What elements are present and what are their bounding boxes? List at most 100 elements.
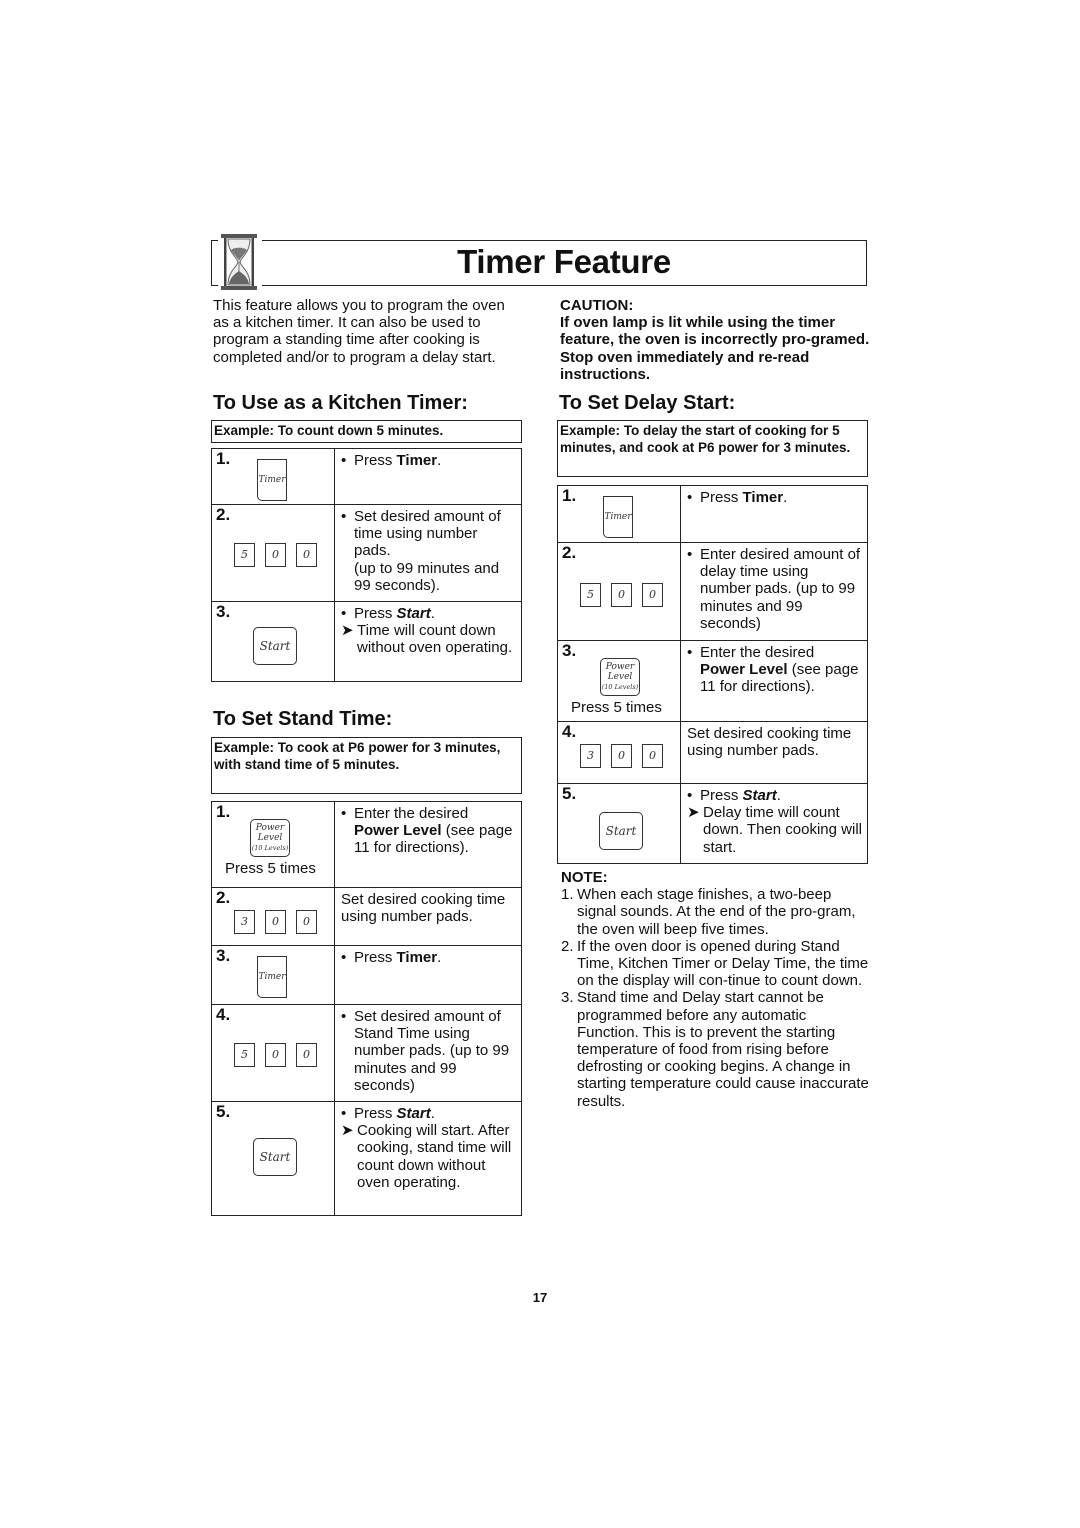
step-number: 2. (216, 505, 231, 524)
caution-heading: CAUTION: (560, 297, 634, 314)
caution-block: CAUTION: If oven lamp is lit while using… (560, 297, 870, 383)
note-list: 1. When each stage finishes, a two-beep s… (561, 886, 871, 1110)
note-heading: NOTE: (561, 869, 608, 886)
text: . (430, 1105, 435, 1122)
note-item: 1. When each stage finishes, a two-beep s… (561, 886, 871, 938)
note-number: 3. (561, 989, 574, 1007)
kitchen-timer-steps: 1. Timer • Press Timer. 2. 5 0 0 • Set des… (211, 448, 522, 682)
text-bold: Timer (396, 949, 438, 966)
start-key-icon: Start (253, 1138, 297, 1176)
note-number: 2. (561, 937, 574, 955)
key-line: (10 Levels) (251, 844, 289, 852)
timer-key-icon: Timer (257, 459, 287, 501)
text-bold: Timer (742, 489, 784, 506)
text: Press (700, 787, 743, 804)
stand-time-steps: 1. Power Level (10 Levels) Press 5 times… (211, 801, 522, 1216)
step-row: 3. Start • Press Start. ➤ Time will count … (211, 601, 522, 682)
step-number: 3. (562, 641, 577, 660)
arrow-icon: ➤ (687, 804, 700, 822)
step-number: 5. (562, 784, 577, 803)
text: . (437, 949, 442, 966)
text-bold: Power Level (700, 661, 788, 679)
step-text: Set desired cooking time using number pa… (680, 721, 868, 784)
number-pad-icon: 0 (265, 1043, 286, 1067)
page-number: 17 (532, 1290, 548, 1305)
bullet: • (341, 605, 347, 622)
bullet: • (341, 949, 347, 966)
step-row: 2. 5 0 0 • Set desired amount of time usi… (211, 504, 522, 602)
text: . (783, 489, 788, 506)
note-item: 2. If the oven door is opened during Stan… (561, 938, 871, 990)
bullet: • (687, 489, 693, 506)
step-row: 5. Start • Press Start. ➤ Cooking will sta… (211, 1101, 522, 1216)
step-number: 1. (216, 449, 231, 468)
bullet: • (341, 805, 347, 822)
step-number: 3. (216, 946, 231, 965)
start-key-icon: Start (253, 627, 297, 665)
note-text: When each stage finishes, a two-beep sig… (577, 886, 856, 938)
number-pad-icon: 3 (234, 910, 255, 934)
step-number: 2. (216, 888, 231, 907)
number-pad-icon: 5 (580, 583, 601, 607)
step-row: 2. 5 0 0 • Enter desired amount of delay … (557, 542, 868, 641)
number-pad-icon: 5 (234, 543, 255, 567)
example-text: To count down 5 minutes. (277, 423, 444, 438)
note-text: Stand time and Delay start cannot be pro… (577, 989, 869, 1110)
press-times-caption: Press 5 times (571, 699, 662, 716)
step-number: 3. (216, 602, 231, 621)
step-row: 3. Timer • Press Timer. (211, 945, 522, 1005)
note-item: 3. Stand time and Delay start cannot be p… (561, 989, 871, 1109)
delay-start-steps: 1. Timer • Press Timer. 2. 5 0 0 • Enter d… (557, 485, 868, 864)
text: Enter the desired (354, 805, 469, 822)
press-times-caption: Press 5 times (225, 860, 316, 877)
number-pad-icon: 0 (642, 744, 663, 768)
example-label: Example: (214, 423, 275, 438)
note-text: If the oven door is opened during Stand … (577, 937, 869, 990)
number-pad-icon: 0 (265, 543, 286, 567)
bullet: • (341, 452, 347, 469)
number-pad-icon: 5 (234, 1043, 255, 1067)
number-pad-icon: 0 (296, 1043, 317, 1067)
key-line: Power (605, 662, 635, 672)
text-bold: Start (396, 1105, 431, 1122)
step-row: 4. 3 0 0 Set desired cooking time using … (557, 721, 868, 784)
text-bold: Start (742, 787, 777, 804)
kitchen-timer-example: Example: To count down 5 minutes. (211, 420, 522, 443)
start-key-icon: Start (599, 812, 643, 850)
number-pad-icon: 0 (611, 583, 632, 607)
step-number: 2. (562, 543, 577, 562)
step-row: 4. 5 0 0 • Set desired amount of Stand Ti… (211, 1004, 522, 1102)
key-line: Level (607, 672, 633, 682)
power-level-key-icon: Power Level (10 Levels) (250, 819, 290, 857)
step-text-note: (up to 99 minutes and 99 seconds). (354, 559, 500, 594)
text: Enter the desired (700, 644, 815, 661)
number-pad-icon: 0 (642, 583, 663, 607)
step-result-text: Delay time will count down. Then cooking… (703, 804, 862, 856)
step-row: 3. Power Level (10 Levels) Press 5 times… (557, 640, 868, 722)
timer-key-icon: Timer (257, 956, 287, 998)
text: . (430, 605, 435, 622)
step-number: 1. (562, 486, 577, 505)
step-row: 1. Power Level (10 Levels) Press 5 times… (211, 801, 522, 888)
step-text: Enter desired amount of delay time using… (700, 546, 861, 632)
example-label: Example: (560, 423, 621, 438)
step-result-text: Time will count down without oven operat… (357, 622, 513, 657)
text: . (437, 452, 442, 469)
timer-key-icon: Timer (603, 496, 633, 538)
kitchen-timer-heading: To Use as a Kitchen Timer: (213, 392, 468, 414)
note-block: NOTE: 1. When each stage finishes, a two-… (561, 869, 871, 1110)
step-number: 1. (216, 802, 231, 821)
step-row: 2. 3 0 0 Set desired cooking time using … (211, 887, 522, 946)
page-title: Timer Feature (457, 243, 671, 280)
step-number: 4. (216, 1005, 231, 1024)
bullet: • (687, 644, 693, 661)
step-text: Set desired cooking time using number pa… (334, 887, 522, 946)
bullet: • (341, 1105, 347, 1122)
title-bracket (211, 240, 218, 286)
step-number: 4. (562, 722, 577, 741)
key-line: (10 Levels) (601, 683, 639, 691)
note-number: 1. (561, 886, 574, 904)
delay-start-heading: To Set Delay Start: (559, 392, 736, 414)
text: Press (354, 452, 397, 469)
step-row: 5. Start • Press Start. ➤ Delay time will … (557, 783, 868, 864)
